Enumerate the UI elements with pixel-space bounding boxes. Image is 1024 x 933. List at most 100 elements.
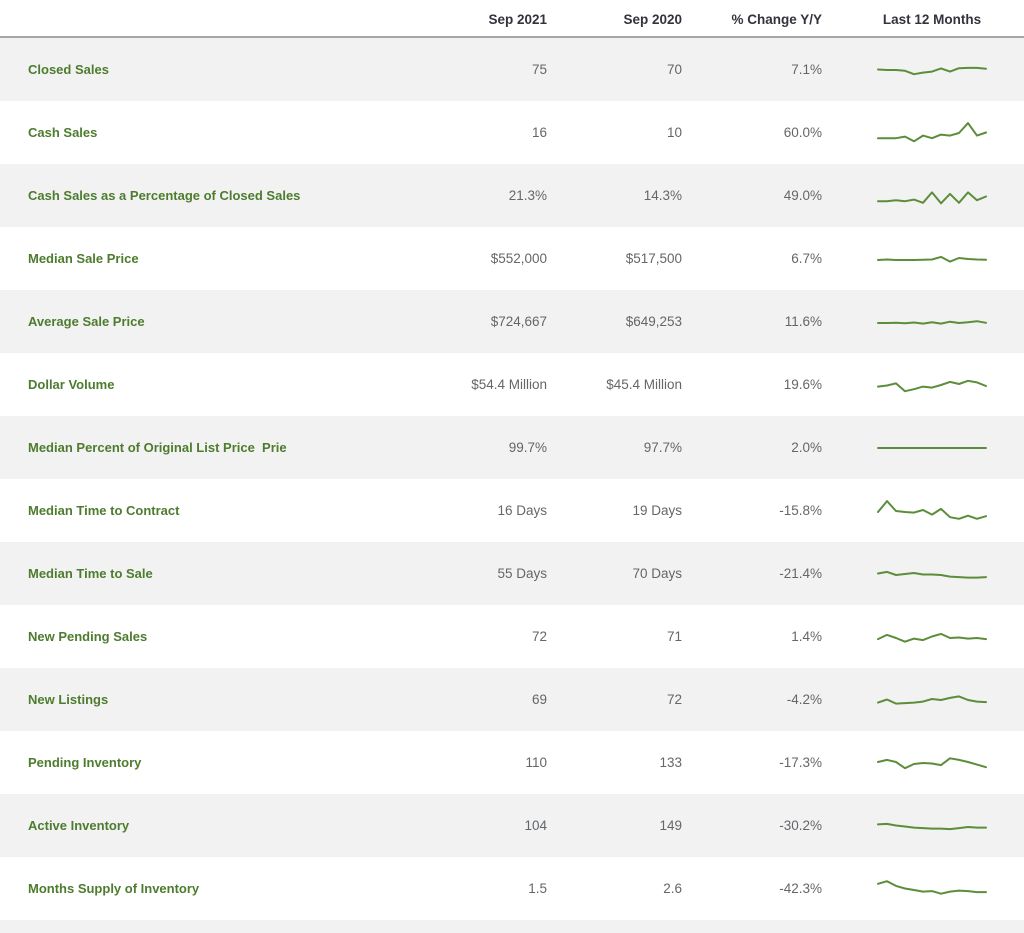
- value-sep-2020: 72: [666, 692, 682, 707]
- table-row: New Pending Sales 72 71 1.4%: [0, 605, 1024, 668]
- table-row: Closed Sales 75 70 7.1%: [0, 38, 1024, 101]
- metric-label: Median Time to Sale: [28, 566, 153, 581]
- sparkline-chart: [877, 379, 987, 392]
- value-change-yoy: 1.4%: [791, 629, 822, 644]
- table-row: Median Time to Contract 16 Days 19 Days …: [0, 479, 1024, 542]
- value-sep-2021: 69: [531, 692, 547, 707]
- table-row: Months Supply of Inventory 1.5 2.6 -42.3…: [0, 857, 1024, 920]
- value-sep-2021: $552,000: [490, 251, 547, 266]
- column-header-sep-2020: Sep 2020: [623, 12, 682, 27]
- header-metric-spacer: [0, 27, 427, 36]
- value-sep-2021: 99.7%: [508, 440, 547, 455]
- value-sep-2020: 14.3%: [643, 188, 682, 203]
- value-sep-2020: 71: [666, 629, 682, 644]
- value-change-yoy: 49.0%: [783, 188, 822, 203]
- metric-label: Cash Sales: [28, 125, 98, 140]
- sparkline-trend-line: [877, 632, 987, 643]
- value-sep-2021: 75: [531, 62, 547, 77]
- value-sep-2020: 70: [666, 62, 682, 77]
- sparkline-chart: [877, 319, 987, 325]
- sparkline-trend-line: [877, 499, 987, 520]
- sparkline-last-12-months: [822, 809, 1024, 843]
- value-change-yoy: 7.1%: [791, 62, 822, 77]
- value-sep-2020: 149: [659, 818, 682, 833]
- table-row: Median Percent of Original List Price Pr…: [0, 416, 1024, 479]
- metric-label: New Listings: [28, 692, 109, 707]
- value-sep-2021: 16 Days: [497, 503, 547, 518]
- sparkline-trend-line: [877, 879, 987, 895]
- value-change-yoy: -42.3%: [779, 881, 822, 896]
- sparkline-trend-line: [877, 822, 987, 830]
- metric-label: Pending Inventory: [28, 755, 142, 770]
- sparkline-trend-line: [877, 255, 987, 263]
- value-sep-2021: 110: [525, 755, 547, 770]
- value-sep-2021: 55 Days: [497, 566, 547, 581]
- value-change-yoy: 6.7%: [791, 251, 822, 266]
- sparkline-trend-line: [877, 121, 987, 142]
- metric-label: Median Sale Price: [28, 251, 139, 266]
- sparkline-last-12-months: [822, 683, 1024, 717]
- value-sep-2021: $54.4 Million: [471, 377, 547, 392]
- metric-label: Median Time to Contract: [28, 503, 180, 518]
- metric-label: Median Percent of Original List Price Pr…: [28, 440, 287, 455]
- value-change-yoy: -21.4%: [779, 566, 822, 581]
- sparkline-trend-line: [877, 319, 987, 325]
- metric-label: Average Sale Price: [28, 314, 145, 329]
- column-header-change-yoy: % Change Y/Y: [731, 12, 822, 27]
- sparkline-last-12-months: [822, 494, 1024, 528]
- sparkline-chart: [877, 446, 987, 449]
- sparkline-last-12-months: [822, 242, 1024, 276]
- column-header-sep-2021: Sep 2021: [488, 12, 547, 27]
- table-row: Pending Inventory 110 133 -17.3%: [0, 731, 1024, 794]
- value-sep-2020: 97.7%: [643, 440, 682, 455]
- sparkline-chart: [877, 694, 987, 705]
- value-change-yoy: -15.8%: [779, 503, 822, 518]
- value-change-yoy: -30.2%: [779, 818, 822, 833]
- metric-label: Dollar Volume: [28, 377, 115, 392]
- sparkline-last-12-months: [822, 431, 1024, 465]
- value-change-yoy: -4.2%: [786, 692, 822, 707]
- sparkline-last-12-months: [822, 872, 1024, 906]
- value-sep-2020: $649,253: [625, 314, 682, 329]
- sparkline-last-12-months: [822, 116, 1024, 150]
- value-change-yoy: 60.0%: [783, 125, 822, 140]
- value-sep-2021: 104: [524, 818, 547, 833]
- next-row-edge: [0, 920, 1024, 933]
- value-change-yoy: -17.3%: [779, 755, 822, 770]
- sparkline-trend-line: [877, 756, 987, 769]
- value-change-yoy: 2.0%: [791, 440, 822, 455]
- value-sep-2021: 21.3%: [508, 188, 547, 203]
- sparkline-chart: [877, 632, 987, 643]
- sparkline-last-12-months: [822, 53, 1024, 87]
- metric-label: Cash Sales as a Percentage of Closed Sal…: [28, 188, 301, 203]
- market-summary-table: Sep 2021 Sep 2020 % Change Y/Y Last 12 M…: [0, 0, 1024, 933]
- value-sep-2020: 133: [659, 755, 682, 770]
- sparkline-last-12-months: [822, 305, 1024, 339]
- column-header-last-12-months: Last 12 Months: [882, 12, 982, 27]
- sparkline-trend-line: [877, 66, 987, 75]
- value-sep-2020: $45.4 Million: [606, 377, 682, 392]
- sparkline-chart: [877, 822, 987, 830]
- sparkline-last-12-months: [822, 368, 1024, 402]
- table-row: Active Inventory 104 149 -30.2%: [0, 794, 1024, 857]
- sparkline-chart: [877, 121, 987, 142]
- sparkline-trend-line: [877, 190, 987, 204]
- table-header-row: Sep 2021 Sep 2020 % Change Y/Y Last 12 M…: [0, 0, 1024, 38]
- sparkline-last-12-months: [822, 179, 1024, 213]
- sparkline-chart: [877, 570, 987, 579]
- value-sep-2020: 10: [666, 125, 682, 140]
- value-sep-2020: $517,500: [625, 251, 682, 266]
- sparkline-chart: [877, 66, 987, 75]
- sparkline-chart: [877, 756, 987, 769]
- value-sep-2021: $724,667: [490, 314, 547, 329]
- table-row: Average Sale Price $724,667 $649,253 11.…: [0, 290, 1024, 353]
- value-change-yoy: 11.6%: [784, 314, 822, 329]
- table-body: Closed Sales 75 70 7.1% Cash Sales 16 10…: [0, 38, 1024, 920]
- sparkline-chart: [877, 499, 987, 520]
- value-sep-2020: 19 Days: [632, 503, 682, 518]
- sparkline-trend-line: [877, 694, 987, 705]
- sparkline-last-12-months: [822, 746, 1024, 780]
- table-row: Cash Sales as a Percentage of Closed Sal…: [0, 164, 1024, 227]
- sparkline-last-12-months: [822, 620, 1024, 654]
- table-row: Cash Sales 16 10 60.0%: [0, 101, 1024, 164]
